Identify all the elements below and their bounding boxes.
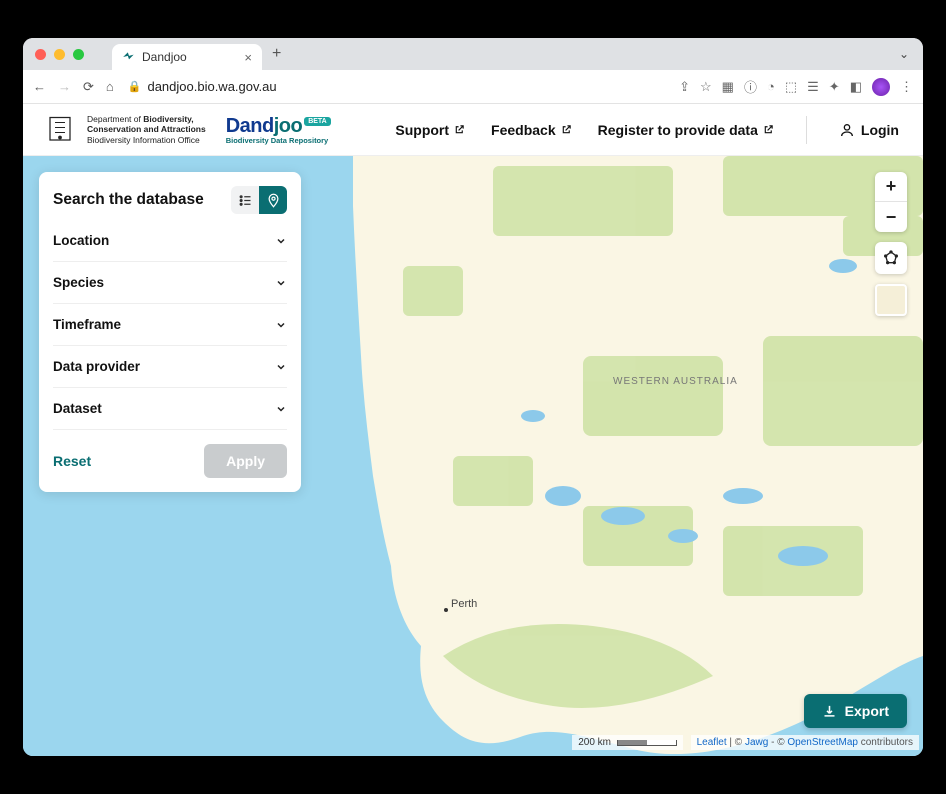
department-name: Department of Biodiversity, Conservation… — [87, 114, 206, 146]
filter-data-provider-label: Data provider — [53, 359, 140, 374]
zoom-out-button[interactable]: − — [875, 202, 907, 232]
tab-title: Dandjoo — [142, 50, 187, 64]
nav-home-button[interactable]: ⌂ — [106, 79, 114, 94]
filter-location[interactable]: Location — [53, 220, 287, 262]
share-icon[interactable]: ⇪ — [679, 79, 690, 95]
map-viewport[interactable]: WESTERN AUSTRALIA Perth Search the datab… — [23, 156, 923, 756]
camera-icon[interactable]: ⬚ — [785, 79, 797, 95]
list-view-button[interactable] — [231, 186, 259, 214]
filter-species[interactable]: Species — [53, 262, 287, 304]
nav-links: Support Feedback Register to provide dat… — [395, 122, 774, 138]
timer-icon[interactable]: ◔ — [767, 79, 775, 94]
export-label: Export — [845, 703, 889, 719]
user-icon — [839, 122, 855, 138]
city-label-perth: Perth — [451, 598, 477, 610]
nav-support-label: Support — [395, 122, 449, 138]
map-attribution: Leaflet | © Jawg - © OpenStreetMap contr… — [691, 735, 919, 750]
nav-register-label: Register to provide data — [598, 122, 758, 138]
filter-data-provider[interactable]: Data provider — [53, 346, 287, 388]
chevron-down-icon — [275, 403, 287, 415]
zoom-in-button[interactable]: + — [875, 172, 907, 202]
filter-species-label: Species — [53, 275, 104, 290]
external-link-icon — [561, 124, 572, 135]
external-link-icon — [763, 124, 774, 135]
browser-tab[interactable]: Dandjoo × — [112, 44, 262, 70]
download-icon — [822, 704, 837, 719]
favicon-icon — [122, 50, 136, 64]
panel-icon[interactable]: ◧ — [850, 79, 862, 95]
nav-support[interactable]: Support — [395, 122, 465, 138]
browser-titlebar: Dandjoo × + ⌄ — [23, 38, 923, 70]
attribution-osm-link[interactable]: OpenStreetMap — [787, 737, 858, 748]
nav-feedback[interactable]: Feedback — [491, 122, 572, 138]
chevron-down-icon — [275, 319, 287, 331]
nav-forward-button[interactable]: → — [58, 79, 71, 94]
apply-button[interactable]: Apply — [204, 444, 287, 478]
divider — [806, 116, 807, 144]
nav-register[interactable]: Register to provide data — [598, 122, 774, 138]
map-controls: + − — [875, 172, 907, 316]
puzzle-icon[interactable]: ✦ — [829, 79, 840, 95]
filter-timeframe[interactable]: Timeframe — [53, 304, 287, 346]
info-icon[interactable]: ⓘ — [744, 77, 757, 96]
reset-button[interactable]: Reset — [53, 453, 91, 469]
browser-extensions: ⇪ ☆ ▦ ⓘ ◔ ⬚ ☰ ✦ ◧ ⋮ — [679, 77, 913, 96]
nav-feedback-label: Feedback — [491, 122, 556, 138]
tab-close-icon[interactable]: × — [244, 50, 252, 65]
map-pin-icon — [266, 193, 281, 208]
search-panel: Search the database Location Species — [39, 172, 301, 492]
login-button[interactable]: Login — [839, 122, 899, 138]
brand-name: Dandjoo — [226, 115, 303, 138]
attribution-jawg-link[interactable]: Jawg — [745, 737, 768, 748]
polygon-icon — [883, 250, 899, 266]
filter-dataset-label: Dataset — [53, 401, 102, 416]
map-view-button[interactable] — [259, 186, 287, 214]
city-marker-perth — [444, 608, 448, 612]
reader-icon[interactable]: ☰ — [807, 79, 819, 95]
view-toggle — [231, 186, 287, 214]
list-icon — [238, 193, 253, 208]
chevron-down-icon — [275, 277, 287, 289]
panel-title: Search the database — [53, 191, 204, 209]
attribution-leaflet-link[interactable]: Leaflet — [697, 737, 727, 748]
nav-back-button[interactable]: ← — [33, 79, 46, 94]
extension-icon[interactable]: ▦ — [722, 79, 734, 95]
filter-dataset[interactable]: Dataset — [53, 388, 287, 430]
window-minimize-button[interactable] — [54, 49, 65, 60]
window-maximize-button[interactable] — [73, 49, 84, 60]
zoom-control: + − — [875, 172, 907, 232]
nav-reload-button[interactable]: ⟳ — [83, 79, 94, 95]
beta-badge: BETA — [304, 117, 331, 126]
tabs-overflow-icon[interactable]: ⌄ — [899, 47, 909, 61]
traffic-lights — [35, 49, 84, 60]
browser-address-bar: ← → ⟳ ⌂ 🔒 dandjoo.bio.wa.gov.au ⇪ ☆ ▦ ⓘ … — [23, 70, 923, 104]
external-link-icon — [454, 124, 465, 135]
browser-window: Dandjoo × + ⌄ ← → ⟳ ⌂ 🔒 dandjoo.bio.wa.g… — [23, 38, 923, 756]
scale-label: 200 km — [578, 737, 611, 748]
wa-gov-logo — [47, 115, 73, 145]
lock-icon: 🔒 — [128, 80, 142, 93]
map-scale: 200 km — [572, 735, 683, 750]
login-label: Login — [861, 122, 899, 138]
scale-bar — [617, 740, 677, 746]
filter-location-label: Location — [53, 233, 109, 248]
brand-subtitle: Biodiversity Data Repository — [226, 136, 331, 145]
region-label: WESTERN AUSTRALIA — [613, 376, 738, 387]
export-button[interactable]: Export — [804, 694, 907, 728]
url-text: dandjoo.bio.wa.gov.au — [147, 79, 276, 94]
new-tab-button[interactable]: + — [272, 45, 281, 63]
chevron-down-icon — [275, 235, 287, 247]
url-field[interactable]: 🔒 dandjoo.bio.wa.gov.au — [128, 79, 665, 94]
window-close-button[interactable] — [35, 49, 46, 60]
profile-avatar[interactable] — [872, 78, 890, 96]
basemap-toggle-button[interactable] — [875, 284, 907, 316]
kebab-menu-icon[interactable]: ⋮ — [900, 79, 913, 95]
star-icon[interactable]: ☆ — [700, 79, 712, 95]
polygon-tool-button[interactable] — [875, 242, 907, 274]
app-header: Department of Biodiversity, Conservation… — [23, 104, 923, 156]
filter-timeframe-label: Timeframe — [53, 317, 121, 332]
brand-logo[interactable]: Dandjoo BETA Biodiversity Data Repositor… — [226, 115, 331, 145]
chevron-down-icon — [275, 361, 287, 373]
